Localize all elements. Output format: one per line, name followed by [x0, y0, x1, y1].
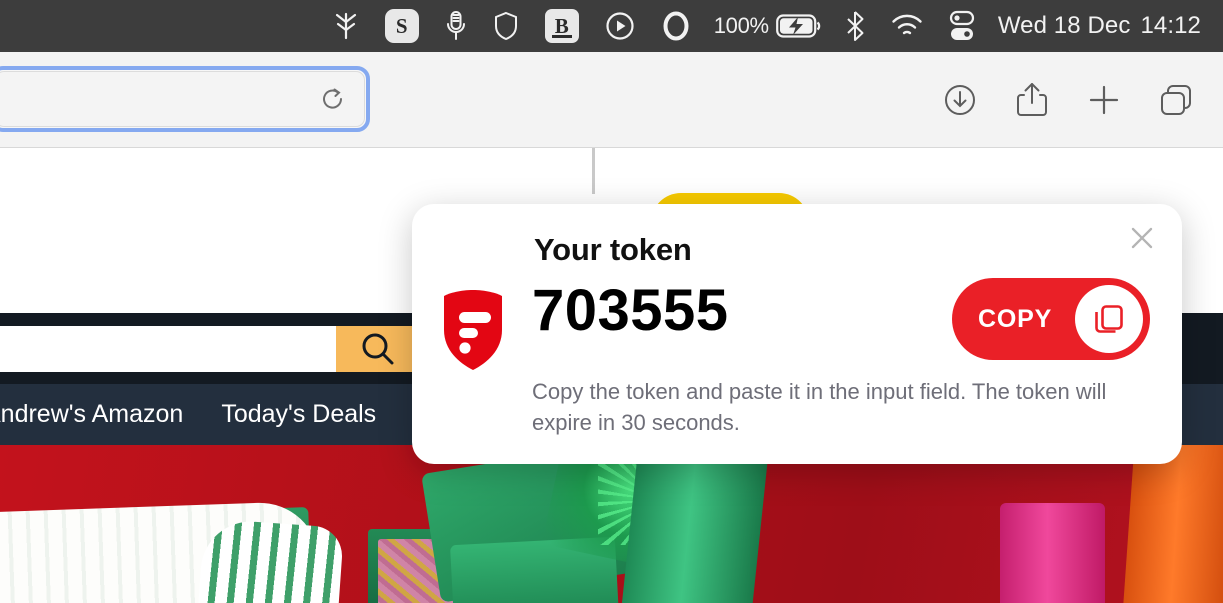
dialog-title: Your token — [534, 232, 692, 267]
token-dialog: Your token 703555 COPY Copy the token an… — [412, 204, 1182, 464]
menubar-clock[interactable]: Wed 18 Dec 14:12 — [988, 12, 1205, 40]
b-badge-icon[interactable]: B — [532, 0, 592, 52]
reload-icon[interactable] — [318, 84, 348, 114]
browser-toolbar — [0, 52, 1223, 148]
battery-charging-icon — [775, 14, 821, 38]
s-badge-icon[interactable]: S — [372, 0, 432, 52]
menubar-date: Wed 18 Dec — [997, 12, 1131, 39]
bluetooth-icon[interactable] — [832, 0, 878, 52]
control-center-icon[interactable] — [936, 0, 988, 52]
banner-pink-wrap-roll — [1000, 503, 1105, 603]
shield-icon[interactable] — [480, 0, 532, 52]
token-value: 703555 — [532, 278, 729, 343]
battery-status[interactable]: 100% — [704, 13, 832, 39]
shield-f-logo-icon — [441, 290, 505, 370]
tabs-icon[interactable] — [1153, 77, 1199, 123]
amazon-search-bar[interactable] — [0, 326, 420, 372]
nav-item-label: Today's Deals — [221, 400, 377, 428]
plus-icon[interactable] — [1081, 77, 1127, 123]
nav-item-todays-deals[interactable]: Today's Deals — [221, 400, 376, 429]
address-bar-inner[interactable] — [0, 71, 365, 127]
toolbar-actions — [937, 52, 1199, 148]
microphone-icon[interactable] — [432, 0, 480, 52]
copy-button[interactable]: COPY — [952, 278, 1150, 360]
wifi-icon[interactable] — [878, 0, 936, 52]
copy-button-label: COPY — [978, 304, 1053, 333]
search-input[interactable] — [0, 326, 336, 372]
share-icon[interactable] — [1009, 77, 1055, 123]
search-icon[interactable] — [336, 326, 420, 372]
holiday-banner-image[interactable] — [0, 445, 1223, 603]
close-icon[interactable] — [1124, 220, 1160, 256]
nav-item-label: Andrew's Amazon — [0, 400, 184, 428]
download-circle-icon[interactable] — [937, 77, 983, 123]
record-circle-icon[interactable] — [648, 0, 704, 52]
b-badge-label: B — [544, 9, 579, 43]
macos-menu-bar: S B 100% Wed 18 Dec 14:12 — [0, 0, 1223, 52]
address-bar[interactable] — [0, 66, 370, 132]
battery-percent: 100% — [713, 13, 769, 38]
copy-icon — [1075, 285, 1143, 353]
dialog-description: Copy the token and paste it in the input… — [532, 379, 1107, 436]
nav-item-andrews-amazon[interactable]: Andrew's Amazon — [0, 400, 183, 429]
banner-green-wrap-roll — [620, 445, 770, 603]
banner-orange-wrap-roll — [1121, 445, 1223, 603]
s-badge-label: S — [384, 9, 419, 43]
header-divider — [592, 148, 595, 194]
play-circle-icon[interactable] — [592, 0, 648, 52]
screen: S B 100% Wed 18 Dec 14:12 Andrew's Amazo… — [0, 0, 1223, 603]
downwards-branch-icon[interactable] — [320, 0, 372, 52]
menubar-time: 14:12 — [1140, 12, 1201, 39]
